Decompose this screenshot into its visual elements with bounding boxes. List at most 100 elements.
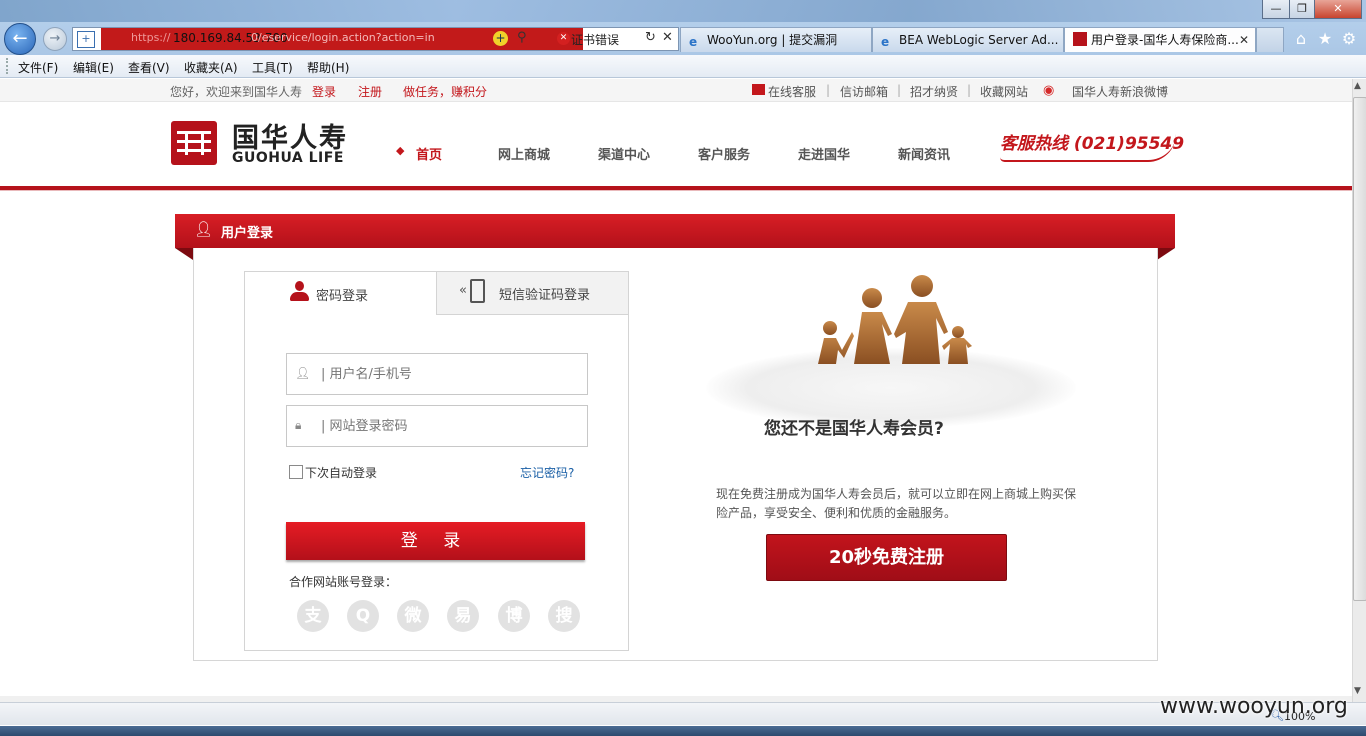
user-field-icon: 👤︎ [295, 366, 311, 380]
login-button[interactable]: 登 录 [286, 522, 585, 560]
username-input[interactable] [319, 363, 578, 385]
tab-password-login[interactable]: 密码登录 [245, 272, 436, 315]
mailbox-link[interactable]: 信访邮箱 [840, 83, 888, 100]
address-bar[interactable]: + https:// 180.169.84.53:700 0/eservice/… [72, 27, 679, 51]
sohu-login-icon[interactable]: 搜 [548, 600, 580, 632]
panel-fold-right [1157, 248, 1175, 260]
nav-news[interactable]: 新闻资讯 [898, 144, 950, 163]
nav-mall[interactable]: 网上商城 [498, 144, 550, 163]
favorite-link[interactable]: 收藏网站 [980, 83, 1028, 100]
back-button[interactable]: ← [4, 23, 36, 55]
forward-arrow-icon: → [49, 31, 61, 46]
welcome-text: 您好，欢迎来到国华人寿 [170, 85, 303, 99]
weibo-icon: ◉ [1043, 83, 1055, 98]
menu-help[interactable]: 帮助(H) [307, 59, 349, 76]
ie-icon: e [689, 35, 698, 49]
tab-label: 用户登录-国华人寿保险商... [1091, 33, 1239, 47]
password-input[interactable] [319, 415, 578, 437]
new-tab-button[interactable] [1256, 27, 1284, 52]
search-icon[interactable]: ⚲ [517, 30, 527, 45]
wechat-login-icon[interactable]: 微 [397, 600, 429, 632]
scroll-down-icon[interactable]: ▼ [1354, 686, 1361, 696]
alipay-login-icon[interactable]: 支 [297, 600, 329, 632]
header-divider-shadow [0, 190, 1352, 191]
menu-tools[interactable]: 工具(T) [252, 59, 293, 76]
settings-gear-icon[interactable]: ⚙ [1340, 30, 1358, 48]
user-red-icon [289, 281, 309, 303]
online-service-link[interactable]: 在线客服 [768, 83, 816, 100]
tasks-link[interactable]: 做任务，赚积分 [403, 83, 487, 100]
nav-home[interactable]: 首页 [416, 144, 442, 163]
separator: | [897, 83, 902, 97]
forward-button[interactable]: → [43, 27, 67, 51]
qq-login-icon[interactable]: Q [347, 600, 379, 632]
logo-mark[interactable] [171, 121, 217, 165]
nav-channel[interactable]: 渠道中心 [598, 144, 650, 163]
page-icon: + [77, 31, 95, 48]
login-panel-header [175, 214, 1175, 248]
scroll-up-icon[interactable]: ▲ [1354, 81, 1361, 91]
nav-service[interactable]: 客户服务 [698, 144, 750, 163]
menu-view[interactable]: 查看(V) [128, 59, 170, 76]
close-window-button[interactable]: ✕ [1314, 0, 1362, 19]
tab-password-label: 密码登录 [316, 289, 369, 304]
scrollbar-thumb[interactable] [1353, 97, 1366, 601]
tab-sms-login[interactable]: « 短信验证码登录 [436, 272, 628, 315]
password-field[interactable]: 🔒︎ [286, 405, 588, 447]
home-icon[interactable]: ⌂ [1292, 30, 1310, 48]
nav-active-diamond-icon: ◆ [396, 144, 405, 157]
recruit-link[interactable]: 招才纳贤 [910, 83, 958, 100]
tab-close-icon[interactable]: ✕ [1239, 28, 1249, 52]
address-path: 0/eservice/login.action?action=in [251, 31, 435, 44]
compat-icon[interactable]: + [493, 31, 508, 46]
tab-label: BEA WebLogic Server Ad... [899, 33, 1059, 47]
address-scheme: https:// [131, 31, 171, 44]
username-field[interactable]: 👤︎ [286, 353, 588, 395]
stop-icon[interactable]: ✕ [662, 30, 673, 45]
menu-edit[interactable]: 编辑(E) [73, 59, 114, 76]
tab-label: WooYun.org | 提交漏洞 [707, 33, 838, 47]
favorites-star-icon[interactable]: ★ [1316, 30, 1334, 48]
top-register-link[interactable]: 注册 [358, 83, 382, 100]
tab-sms-label: 短信验证码登录 [499, 288, 591, 303]
menu-grip [6, 58, 10, 74]
phone-signal-icon: « [459, 283, 467, 298]
nav-about[interactable]: 走进国华 [798, 144, 850, 163]
minimize-button[interactable]: — [1262, 0, 1290, 19]
weibo-login-icon[interactable]: 博 [498, 600, 530, 632]
phone-icon [470, 279, 485, 303]
remember-checkbox[interactable] [289, 465, 303, 479]
cert-error-icon: ✕ [557, 32, 570, 45]
title-bar [0, 0, 1366, 22]
watermark: www.wooyun.org [1160, 694, 1348, 719]
refresh-icon[interactable]: ↻ [645, 30, 656, 45]
menu-favorites[interactable]: 收藏夹(A) [184, 59, 238, 76]
taskbar [0, 726, 1366, 736]
back-arrow-icon: ← [12, 28, 28, 49]
maximize-button[interactable]: ❐ [1289, 0, 1315, 19]
tab-weblogic[interactable]: e BEA WebLogic Server Ad... [872, 27, 1064, 52]
cert-error-label[interactable]: 证书错误 [571, 31, 619, 48]
separator: | [826, 83, 831, 97]
panel-fold-left [175, 248, 193, 260]
partner-label: 合作网站账号登录： [289, 575, 398, 589]
forgot-password-link[interactable]: 忘记密码? [520, 464, 574, 481]
menu-file[interactable]: 文件(F) [18, 59, 58, 76]
free-register-button[interactable]: 20秒免费注册 [766, 534, 1007, 581]
top-login-link[interactable]: 登录 [312, 83, 336, 100]
member-description: 现在免费注册成为国华人寿会员后，就可以立即在网上商城上购买保险产品，享受安全、便… [716, 487, 1077, 520]
netease-login-icon[interactable]: 易 [447, 600, 479, 632]
weibo-link[interactable]: 国华人寿新浪微博 [1072, 83, 1168, 100]
online-service-icon [752, 84, 765, 95]
user-icon: 👤︎ [194, 220, 214, 238]
panel-title: 用户登录 [221, 226, 274, 241]
tab-wooyun[interactable]: e WooYun.org | 提交漏洞 [680, 27, 872, 52]
site-favicon-icon [1073, 32, 1087, 46]
tab-login[interactable]: 用户登录-国华人寿保险商... ✕ [1064, 27, 1256, 52]
lock-icon: 🔒︎ [295, 418, 302, 432]
ie-icon: e [881, 35, 890, 49]
member-title: 您还不是国华人寿会员? [764, 419, 944, 439]
logo-english: GUOHUA LIFE [232, 150, 344, 166]
family-illustration [818, 275, 972, 364]
login-form [244, 271, 629, 651]
